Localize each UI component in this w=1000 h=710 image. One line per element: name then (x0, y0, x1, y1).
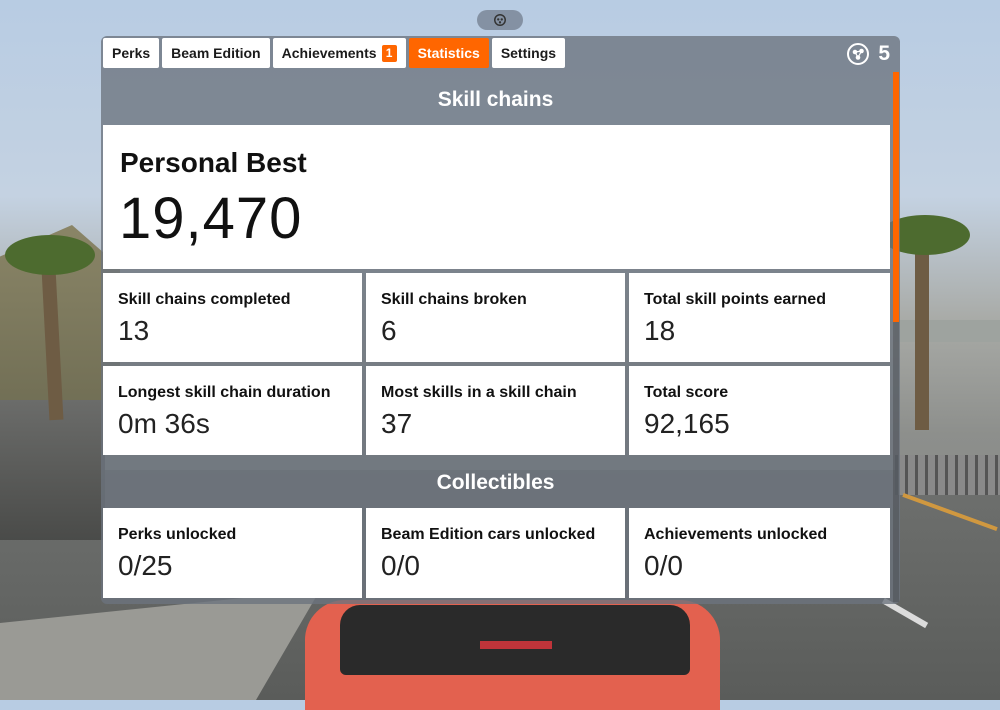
tab-label: Perks (112, 45, 151, 61)
tab-perks[interactable]: Perks (103, 38, 160, 68)
background-palm-fronds (5, 235, 95, 275)
stat-card: Beam Edition cars unlocked 0/0 (366, 508, 625, 598)
stat-value: 0/25 (118, 550, 173, 581)
personal-best-value: 19,470 (119, 186, 303, 251)
stat-card: Skill chains completed 13 (103, 273, 362, 362)
stat-value: 18 (644, 315, 676, 346)
panel-drag-handle[interactable] (477, 10, 523, 30)
stat-card: Perks unlocked 0/25 (103, 508, 362, 598)
stat-value: 92,165 (644, 408, 730, 439)
background-bridge (895, 320, 1000, 342)
stat-label: Total skill points earned (644, 291, 826, 308)
stat-card: Longest skill chain duration 0m 36s (103, 366, 362, 455)
section-header-skill-chains: Skill chains (437, 88, 554, 111)
stat-card: Total score 92,165 (629, 366, 890, 455)
tab-statistics[interactable]: Statistics (408, 38, 489, 68)
tab-label: Achievements (281, 45, 377, 61)
stat-value: 13 (118, 315, 150, 346)
stat-label: Skill chains broken (381, 291, 527, 308)
skill-points-counter: 5 (846, 42, 890, 66)
notification-badge: 1 (381, 44, 397, 62)
section-header-collectibles: Collectibles (436, 471, 555, 494)
stat-label: Achievements unlocked (644, 526, 828, 543)
stat-card: Most skills in a skill chain 37 (366, 366, 625, 455)
skill-points-value: 5 (878, 42, 890, 65)
stat-label: Longest skill chain duration (118, 384, 331, 401)
stat-card: Skill chains broken 6 (366, 273, 625, 362)
background-palm-trunk (915, 230, 929, 430)
drag-handle-icon (494, 14, 506, 26)
tab-label: Beam Edition (171, 45, 261, 61)
skill-points-icon (847, 43, 870, 65)
stat-value: 0m 36s (118, 408, 210, 439)
tab-settings[interactable]: Settings (491, 38, 566, 68)
background-wall (0, 400, 105, 540)
tab-achievements[interactable]: Achievements 1 (272, 38, 406, 68)
tab-bar: Perks Beam Edition Achievements 1 Statist… (103, 38, 566, 68)
stat-label: Skill chains completed (118, 291, 291, 308)
stat-card: Total skill points earned 18 (629, 273, 890, 362)
stat-value: 37 (381, 408, 413, 439)
personal-best-card: Personal Best 19,470 (103, 125, 890, 269)
tab-label: Settings (500, 45, 557, 61)
stat-label: Perks unlocked (118, 526, 237, 543)
stat-value: 6 (381, 315, 397, 346)
tab-beam-edition[interactable]: Beam Edition (162, 38, 270, 68)
player-car-brake-light (480, 641, 552, 649)
stat-label: Most skills in a skill chain (381, 384, 577, 401)
stat-value: 0/0 (381, 550, 420, 581)
career-menu-panel: Perks Beam Edition Achievements 1 Statist… (101, 36, 900, 604)
background-guardrail (895, 455, 1000, 495)
stat-card: Achievements unlocked 0/0 (629, 508, 890, 598)
personal-best-label: Personal Best (120, 147, 307, 178)
player-car-rear-window (340, 605, 690, 675)
tab-label: Statistics (417, 45, 480, 61)
stat-label: Beam Edition cars unlocked (381, 526, 596, 543)
stat-label: Total score (644, 384, 729, 401)
stat-value: 0/0 (644, 550, 683, 581)
scrollbar-thumb[interactable] (893, 72, 899, 322)
